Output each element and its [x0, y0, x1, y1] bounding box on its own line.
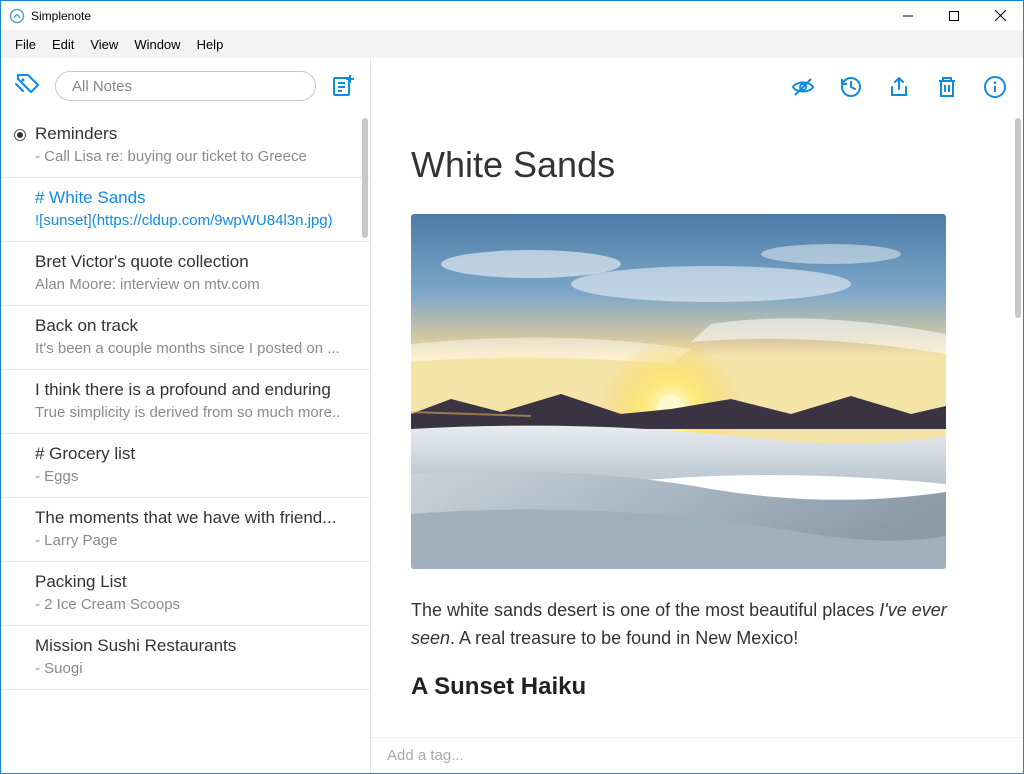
- note-list-item[interactable]: # Grocery list - Eggs: [1, 434, 370, 498]
- note-item-preview: It's been a couple months since I posted…: [35, 340, 354, 357]
- note-title: White Sands: [411, 144, 983, 186]
- note-list-item[interactable]: Bret Victor's quote collection Alan Moore…: [1, 242, 370, 306]
- menu-file[interactable]: File: [7, 33, 44, 56]
- minimize-button[interactable]: [885, 1, 931, 30]
- note-list-item[interactable]: Back on track It's been a couple months s…: [1, 306, 370, 370]
- menu-help[interactable]: Help: [189, 33, 232, 56]
- note-item-preview: - Larry Page: [35, 532, 354, 549]
- paragraph-text-1: The white sands desert is one of the mos…: [411, 600, 879, 620]
- new-note-button[interactable]: [326, 74, 360, 98]
- menu-view[interactable]: View: [82, 33, 126, 56]
- note-list-item[interactable]: The moments that we have with friend... -…: [1, 498, 370, 562]
- note-subheading: A Sunset Haiku: [411, 673, 983, 701]
- note-item-preview: - Suogi: [35, 660, 354, 677]
- menu-window[interactable]: Window: [126, 33, 188, 56]
- note-list: Reminders - Call Lisa re: buying our tick…: [1, 114, 370, 773]
- note-editor[interactable]: White Sands: [371, 114, 1023, 737]
- note-item-preview: Alan Moore: interview on mtv.com: [35, 276, 354, 293]
- close-button[interactable]: [977, 1, 1023, 30]
- maximize-button[interactable]: [931, 1, 977, 30]
- tag-bar: [371, 737, 1023, 773]
- note-item-title: Back on track: [35, 316, 354, 336]
- note-item-title: # White Sands: [35, 188, 354, 208]
- note-item-title: I think there is a profound and enduring: [35, 380, 354, 400]
- note-list-item[interactable]: Mission Sushi Restaurants - Suogi: [1, 626, 370, 690]
- note-list-item[interactable]: Packing List - 2 Ice Cream Scoops: [1, 562, 370, 626]
- share-icon[interactable]: [887, 75, 909, 97]
- info-icon[interactable]: [983, 75, 1005, 97]
- note-item-preview: - 2 Ice Cream Scoops: [35, 596, 354, 613]
- note-item-title: Bret Victor's quote collection: [35, 252, 354, 272]
- tags-icon[interactable]: [15, 72, 45, 101]
- note-list-item[interactable]: # White Sands ![sunset](https://cldup.com…: [1, 178, 370, 242]
- sidebar-scrollbar[interactable]: [362, 118, 368, 238]
- note-list-item[interactable]: Reminders - Call Lisa re: buying our tick…: [1, 114, 370, 178]
- search-input[interactable]: All Notes: [55, 71, 316, 101]
- search-placeholder-text: All Notes: [72, 78, 132, 95]
- sidebar-toolbar: All Notes: [1, 58, 370, 114]
- pin-indicator-icon: [14, 129, 26, 141]
- app-body: All Notes Reminders - Call Lisa re: buyin…: [0, 58, 1024, 774]
- note-item-title: Mission Sushi Restaurants: [35, 636, 354, 656]
- note-item-preview: True simplicity is derived from so much …: [35, 404, 354, 421]
- note-item-title: Reminders: [35, 124, 354, 144]
- sidebar: All Notes Reminders - Call Lisa re: buyin…: [1, 58, 371, 773]
- history-icon[interactable]: [839, 75, 861, 97]
- editor-toolbar: [371, 58, 1023, 114]
- note-list-item[interactable]: I think there is a profound and enduring…: [1, 370, 370, 434]
- preview-toggle-icon[interactable]: [791, 75, 813, 97]
- window-title: Simplenote: [31, 9, 885, 23]
- note-item-title: Packing List: [35, 572, 354, 592]
- note-item-title: The moments that we have with friend...: [35, 508, 354, 528]
- note-item-preview: ![sunset](https://cldup.com/9wpWU84l3n.j…: [35, 212, 354, 229]
- window-titlebar: Simplenote: [0, 0, 1024, 30]
- note-item-title: # Grocery list: [35, 444, 354, 464]
- note-image: [411, 214, 946, 569]
- content-pane: White Sands: [371, 58, 1023, 773]
- app-icon: [9, 8, 25, 24]
- note-item-preview: - Eggs: [35, 468, 354, 485]
- paragraph-text-2: . A real treasure to be found in New Mex…: [450, 628, 798, 648]
- menu-edit[interactable]: Edit: [44, 33, 82, 56]
- note-paragraph: The white sands desert is one of the mos…: [411, 597, 983, 653]
- window-controls: [885, 1, 1023, 30]
- trash-icon[interactable]: [935, 75, 957, 97]
- menu-bar: File Edit View Window Help: [0, 30, 1024, 58]
- note-item-preview: - Call Lisa re: buying our ticket to Gre…: [35, 148, 354, 165]
- tag-input[interactable]: [387, 747, 1007, 764]
